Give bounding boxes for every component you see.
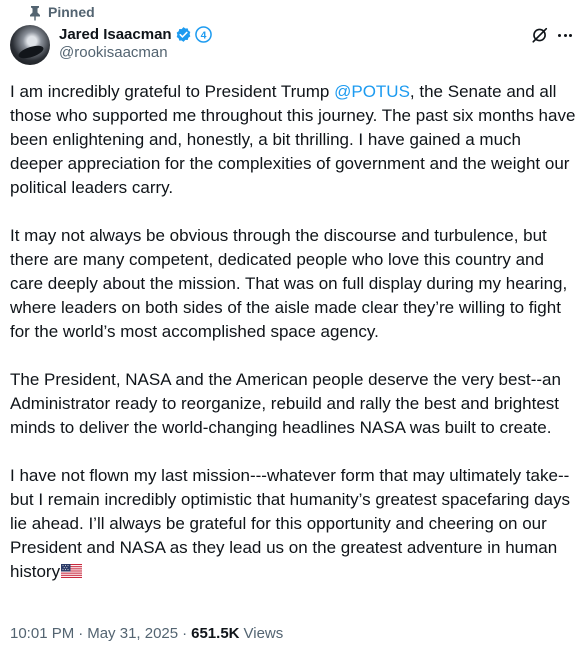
views-label: Views	[243, 625, 284, 642]
tweet-paragraph-2: It may not always be obvious through the…	[10, 226, 568, 341]
affiliate-badge-text: 4	[200, 30, 206, 41]
views-count[interactable]: 651.5K	[191, 625, 239, 642]
pinned-label: Pinned	[48, 4, 95, 20]
avatar[interactable]	[10, 25, 50, 65]
grok-icon[interactable]	[531, 26, 549, 44]
tweet-paragraph-3: The President, NASA and the American peo…	[10, 370, 561, 437]
tweet-text-segment: I have not flown my last mission---whate…	[10, 466, 571, 581]
pin-icon	[30, 6, 40, 21]
verified-badge-icon[interactable]	[175, 26, 192, 43]
tweet-meta: 10:01 PM · May 31, 2025 · 651.5K Views	[10, 625, 283, 642]
more-dot	[569, 33, 572, 37]
tweet-paragraph-4: I have not flown my last mission---whate…	[10, 464, 578, 584]
more-dot	[563, 33, 567, 37]
tweet-text-segment: I am incredibly grateful to President Tr…	[10, 82, 335, 101]
us-flag-icon	[61, 564, 83, 578]
pinned-indicator: Pinned	[30, 2, 95, 22]
author-handle[interactable]: @rookisaacman	[59, 44, 168, 61]
tweet-time[interactable]: 10:01 PM	[10, 625, 74, 642]
tweet-date[interactable]: May 31, 2025	[87, 625, 178, 642]
meta-separator: ·	[182, 625, 188, 642]
author-name-row: Jared Isaacman 4	[59, 24, 212, 44]
author-display-name[interactable]: Jared Isaacman	[59, 26, 172, 43]
meta-separator: ·	[78, 625, 84, 642]
tweet-text: I am incredibly grateful to President Tr…	[10, 80, 578, 584]
mention-link[interactable]: @POTUS	[334, 82, 410, 101]
tweet-paragraph-1: I am incredibly grateful to President Tr…	[10, 80, 578, 200]
affiliate-badge-icon[interactable]: 4	[194, 25, 212, 43]
more-dot	[558, 33, 561, 37]
more-options-icon[interactable]	[556, 27, 574, 43]
